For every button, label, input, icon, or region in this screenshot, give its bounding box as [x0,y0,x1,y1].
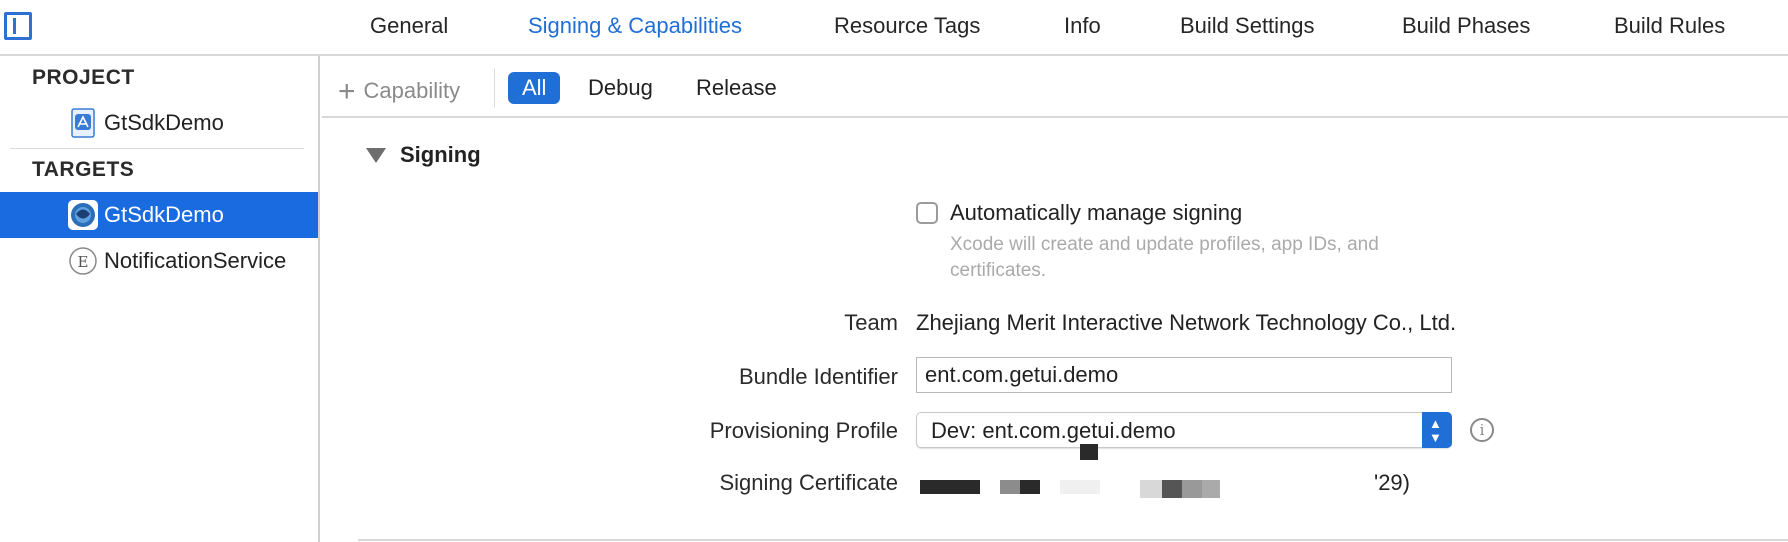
tab-info[interactable]: Info [1064,12,1101,40]
redacted-block [1182,480,1202,498]
section-divider [358,539,1788,541]
bundle-identifier-label: Bundle Identifier [739,364,898,389]
editor-tab-bar: General Signing & Capabilities Resource … [0,0,1788,56]
add-capability-label: Capability [363,78,461,103]
project-targets-sidebar: PROJECT GtSdkDemo TARGETS GtSdkDemo E No… [0,56,320,542]
sidebar-toggle-icon[interactable] [4,12,32,40]
redacted-block [1060,480,1100,494]
tab-build-phases[interactable]: Build Phases [1402,12,1530,40]
sidebar-item-project[interactable]: GtSdkDemo [0,100,318,146]
tab-signing-capabilities[interactable]: Signing & Capabilities [528,12,742,40]
tab-general[interactable]: General [370,12,448,40]
redacted-block [1202,480,1220,498]
chevron-down-icon: ▼ [1429,430,1442,445]
auto-manage-signing-checkbox[interactable] [916,202,938,224]
auto-manage-signing-description: Xcode will create and update profiles, a… [950,234,1379,281]
redacted-block [1162,480,1182,498]
provisioning-profile-label: Provisioning Profile [709,418,898,443]
chevron-updown-icon[interactable]: ▲ ▼ [1422,412,1452,448]
redacted-block [1020,480,1040,494]
provisioning-profile-value: Dev: ent.com.getui.demo [931,418,1176,443]
sidebar-item-target-notificationservice[interactable]: E NotificationService [0,238,318,284]
signing-section-title: Signing [400,142,481,167]
svg-text:E: E [78,253,89,271]
redacted-block [1000,480,1020,494]
redacted-block [1080,444,1098,460]
chevron-up-icon: ▲ [1429,416,1442,431]
info-icon[interactable]: i [1470,418,1494,442]
auto-manage-signing-label[interactable]: Automatically manage signing [950,200,1242,226]
project-section-header: PROJECT [32,66,135,89]
disclosure-triangle-icon[interactable] [366,148,386,163]
tab-build-rules[interactable]: Build Rules [1614,12,1725,40]
provisioning-profile-select[interactable]: Dev: ent.com.getui.demo ▲ ▼ [916,412,1452,448]
signing-certificate-value: '29) [1374,470,1410,495]
extension-icon: E [68,246,98,276]
add-capability-button[interactable]: + Capability [338,72,461,108]
xcode-project-icon [68,108,98,138]
filter-all-button[interactable]: All [508,72,561,104]
capability-filter-bar: + Capability All Debug Release [322,58,1788,118]
redacted-block [1140,480,1162,498]
filter-separator [494,68,495,108]
sidebar-divider [10,148,304,149]
tab-resource-tags[interactable]: Resource Tags [834,12,980,40]
bundle-identifier-field[interactable] [916,357,1452,393]
plus-icon: + [338,75,356,108]
tab-build-settings[interactable]: Build Settings [1180,12,1315,40]
filter-debug-button[interactable]: Debug [588,72,653,104]
team-label: Team [844,310,898,335]
sidebar-item-label: GtSdkDemo [104,110,224,135]
sidebar-item-label: NotificationService [104,248,287,273]
redacted-block [920,480,980,494]
sidebar-item-label: GtSdkDemo [104,202,224,227]
team-value: Zhejiang Merit Interactive Network Techn… [916,310,1457,335]
signing-certificate-label: Signing Certificate [719,470,898,495]
sidebar-item-target-gtsdkdemo[interactable]: GtSdkDemo [0,192,318,238]
filter-release-button[interactable]: Release [696,72,777,104]
targets-section-header: TARGETS [32,158,135,181]
app-icon [68,200,98,230]
